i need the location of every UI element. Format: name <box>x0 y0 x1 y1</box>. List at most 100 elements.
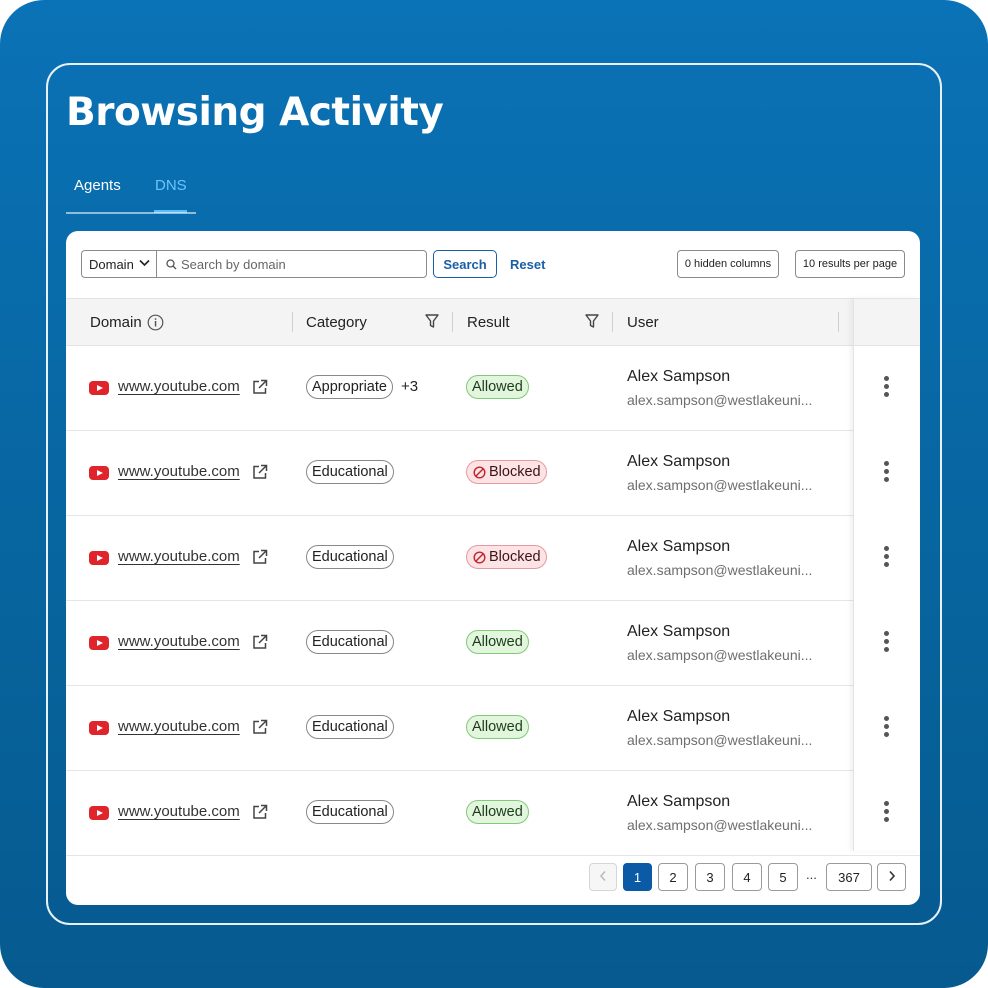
search-placeholder: Search by domain <box>181 257 286 272</box>
page-button-3[interactable]: 3 <box>695 863 725 891</box>
table-row[interactable]: www.youtube.com Appropriate +3 Allowed Alex … <box>66 346 920 431</box>
chevron-down-icon <box>139 259 150 267</box>
chevron-left-icon <box>599 870 606 882</box>
column-divider[interactable] <box>838 312 839 332</box>
chevron-right-icon <box>888 870 895 882</box>
domain-link[interactable]: www.youtube.com <box>118 633 240 650</box>
filter-icon[interactable] <box>425 314 439 329</box>
domain-link[interactable]: www.youtube.com <box>118 463 240 480</box>
table-row[interactable]: www.youtube.com Educational Blocked Alex Sa… <box>66 431 920 516</box>
page-button-last[interactable]: 367 <box>826 863 872 891</box>
result-badge: Allowed <box>466 800 529 824</box>
external-link-icon[interactable] <box>252 379 268 395</box>
hidden-columns-button[interactable]: 0 hidden columns <box>677 250 779 278</box>
domain-link[interactable]: www.youtube.com <box>118 803 240 820</box>
page-button-4[interactable]: 4 <box>732 863 762 891</box>
result-label: Allowed <box>472 634 523 650</box>
more-categories-count[interactable]: +3 <box>401 378 418 395</box>
user-email: alex.sampson@westlakeuni... <box>627 562 813 578</box>
more-options-icon[interactable] <box>883 376 891 400</box>
user-name: Alex Sampson <box>627 623 731 640</box>
external-link-icon[interactable] <box>252 549 268 565</box>
header-domain[interactable]: Domain <box>90 314 142 331</box>
category-chip: Appropriate <box>306 375 393 399</box>
result-label: Blocked <box>489 549 541 565</box>
youtube-icon <box>89 381 109 395</box>
table-header: Domain Category Result User <box>66 298 920 346</box>
column-divider[interactable] <box>452 312 453 332</box>
header-result[interactable]: Result <box>467 314 510 331</box>
youtube-icon <box>89 636 109 650</box>
user-email: alex.sampson@westlakeuni... <box>627 477 813 493</box>
table-row[interactable]: www.youtube.com Educational Blocked Alex Sa… <box>66 516 920 601</box>
external-link-icon[interactable] <box>252 634 268 650</box>
external-link-icon[interactable] <box>252 804 268 820</box>
search-icon <box>166 259 177 270</box>
next-page-button[interactable] <box>877 863 906 891</box>
tab-dns[interactable]: DNS <box>155 177 187 194</box>
youtube-icon <box>89 721 109 735</box>
page-title: Browsing Activity <box>66 90 444 135</box>
result-badge: Allowed <box>466 715 529 739</box>
blocked-icon <box>473 551 486 564</box>
more-options-icon[interactable] <box>883 716 891 740</box>
toolbar: Domain Search by domain Search Reset 0 h… <box>66 231 920 298</box>
reset-button[interactable]: Reset <box>510 257 545 272</box>
result-badge: Allowed <box>466 630 529 654</box>
category-chip: Educational <box>306 545 394 569</box>
category-chip: Educational <box>306 715 394 739</box>
filter-icon[interactable] <box>585 314 599 329</box>
result-badge: Blocked <box>466 545 547 569</box>
youtube-icon <box>89 466 109 480</box>
column-divider[interactable] <box>612 312 613 332</box>
more-options-icon[interactable] <box>883 546 891 570</box>
external-link-icon[interactable] <box>252 464 268 480</box>
domain-link[interactable]: www.youtube.com <box>118 378 240 395</box>
page-button-1[interactable]: 1 <box>623 863 652 891</box>
category-chip: Educational <box>306 460 394 484</box>
user-email: alex.sampson@westlakeuni... <box>627 732 813 748</box>
prev-page-button[interactable] <box>589 863 617 891</box>
user-name: Alex Sampson <box>627 793 731 810</box>
user-name: Alex Sampson <box>627 368 731 385</box>
pagination-ellipsis: ... <box>806 867 817 882</box>
page-button-2[interactable]: 2 <box>658 863 688 891</box>
result-label: Blocked <box>489 464 541 480</box>
user-name: Alex Sampson <box>627 708 731 725</box>
result-label: Allowed <box>472 804 523 820</box>
results-per-page-button[interactable]: 10 results per page <box>795 250 905 278</box>
youtube-icon <box>89 551 109 565</box>
user-email: alex.sampson@westlakeuni... <box>627 647 813 663</box>
user-name: Alex Sampson <box>627 453 731 470</box>
youtube-icon <box>89 806 109 820</box>
page-background: Browsing Activity Agents DNS Domain Sear… <box>0 0 988 988</box>
more-options-icon[interactable] <box>883 631 891 655</box>
more-options-icon[interactable] <box>883 461 891 485</box>
result-label: Allowed <box>472 379 523 395</box>
tab-underline <box>66 212 196 214</box>
table-row[interactable]: www.youtube.com Educational Allowed Alex Sa… <box>66 601 920 686</box>
domain-link[interactable]: www.youtube.com <box>118 548 240 565</box>
table-row[interactable]: www.youtube.com Educational Allowed Alex Sa… <box>66 686 920 771</box>
blocked-icon <box>473 466 486 479</box>
more-options-icon[interactable] <box>883 801 891 825</box>
filter-field-value: Domain <box>89 257 134 272</box>
header-category[interactable]: Category <box>306 314 367 331</box>
search-input[interactable]: Search by domain <box>156 250 427 278</box>
table-row[interactable]: www.youtube.com Educational Allowed Alex Sa… <box>66 771 920 856</box>
page-button-5[interactable]: 5 <box>768 863 798 891</box>
filter-field-select[interactable]: Domain <box>81 250 157 278</box>
user-email: alex.sampson@westlakeuni... <box>627 817 813 833</box>
external-link-icon[interactable] <box>252 719 268 735</box>
tab-agents[interactable]: Agents <box>74 177 121 194</box>
result-badge: Allowed <box>466 375 529 399</box>
result-label: Allowed <box>472 719 523 735</box>
info-icon[interactable] <box>147 314 164 331</box>
result-badge: Blocked <box>466 460 547 484</box>
column-divider[interactable] <box>292 312 293 332</box>
header-user[interactable]: User <box>627 314 659 331</box>
domain-link[interactable]: www.youtube.com <box>118 718 240 735</box>
user-name: Alex Sampson <box>627 538 731 555</box>
search-button[interactable]: Search <box>433 250 497 278</box>
category-chip: Educational <box>306 800 394 824</box>
